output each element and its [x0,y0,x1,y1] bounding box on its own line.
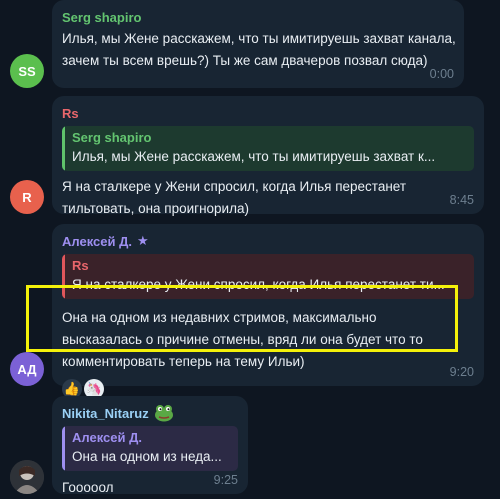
reply-text: Илья, мы Жене расскажем, что ты имитируе… [72,149,436,164]
message-sender[interactable]: Serg shapiro [62,8,454,26]
reply-author: Rs [72,258,89,273]
highlight-box [26,285,458,352]
message-text: Гооооол [62,480,114,495]
chat-message-list[interactable]: SS Serg shapiro Илья, мы Жене расскажем,… [0,0,500,499]
reply-author: Serg shapiro [72,130,152,145]
message-bubble[interactable]: Rs Serg shapiro Илья, мы Жене расскажем,… [52,96,484,216]
user-photo-icon [10,460,44,494]
reply-text: Она на одном из неда... [72,449,222,464]
star-icon: ★ [136,233,149,248]
message-text: Илья, мы Жене расскажем, что ты имитируе… [62,31,456,68]
message-time: 9:20 [449,365,474,379]
message-text: Я на сталкере у Жени спросил, когда Илья… [62,179,407,216]
reply-quote[interactable]: Алексей Д. Она на одном из неда... [62,426,238,471]
avatar[interactable]: R [10,180,44,214]
frog-sticker-icon [154,404,174,422]
message-sender[interactable]: Rs [62,104,474,122]
message-sender[interactable]: Алексей Д. ★ [62,232,474,250]
avatar[interactable]: АД [10,352,44,386]
avatar[interactable]: SS [10,54,44,88]
message-sender[interactable]: Nikita_Nitaruz [62,404,238,422]
reply-quote[interactable]: Serg shapiro Илья, мы Жене расскажем, чт… [62,126,474,171]
message-time: 9:25 [213,473,238,487]
reply-author: Алексей Д. [72,430,142,445]
message-time: 0:00 [429,67,454,81]
message-bubble[interactable]: Nikita_Nitaruz Алексей Д. Она на одном и… [52,396,248,495]
message-time: 8:45 [449,193,474,207]
message-bubble[interactable]: Serg shapiro Илья, мы Жене расскажем, чт… [52,0,464,88]
avatar[interactable] [10,460,44,494]
